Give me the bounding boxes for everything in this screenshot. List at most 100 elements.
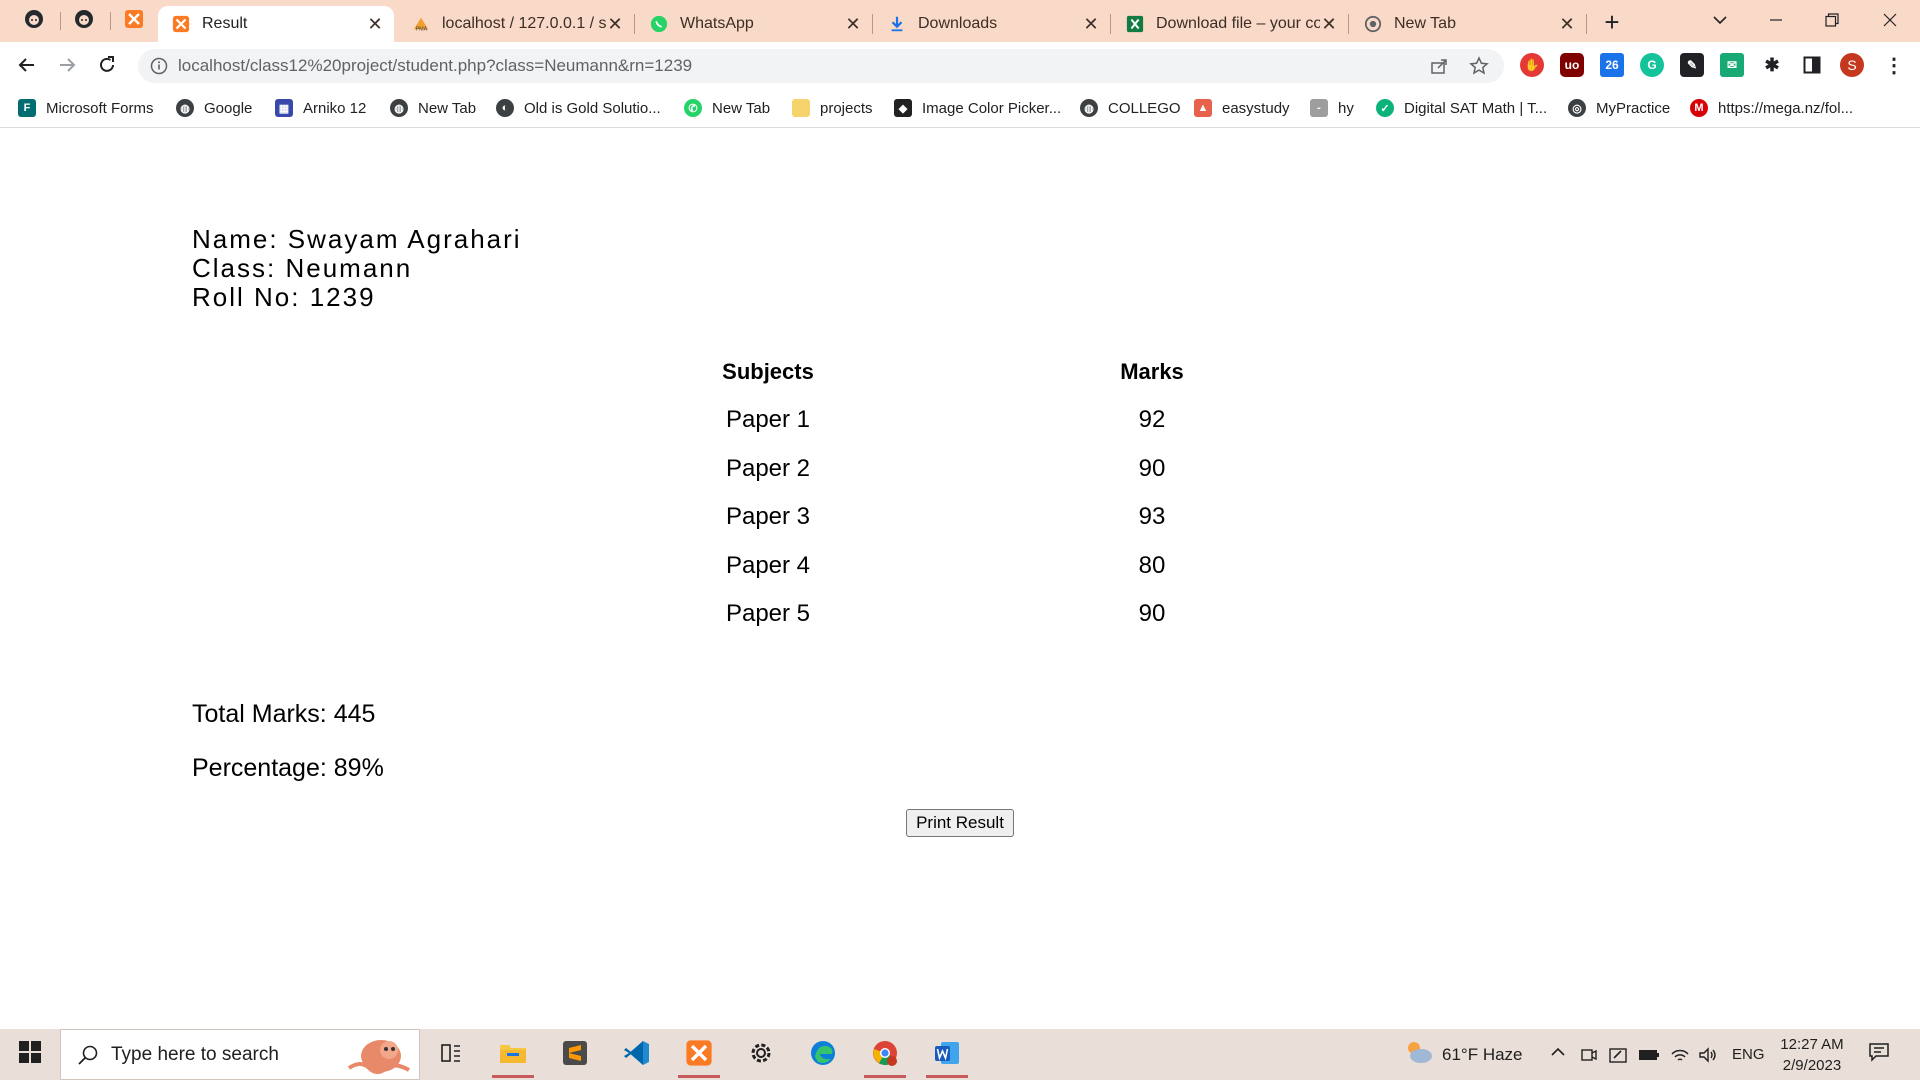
practice-icon: ◎ — [1568, 99, 1586, 117]
bookmark-item[interactable]: Mhttps://mega.nz/fol... — [1690, 96, 1853, 120]
pinned-tab-xampp[interactable] — [112, 6, 156, 36]
restore-button[interactable] — [1804, 0, 1860, 40]
task-view-button[interactable] — [424, 1033, 478, 1078]
tab-search-icon[interactable] — [1692, 0, 1748, 40]
cell-subject: Paper 5 — [725, 600, 811, 627]
bookmark-item[interactable]: ◐ Old is Gold Solutio... — [496, 96, 661, 120]
menu-kebab-icon[interactable]: ⋮ — [1882, 53, 1906, 77]
grammarly-extension-icon[interactable]: G — [1640, 53, 1664, 77]
cell-marks: 90 — [1138, 600, 1166, 627]
bookmark-item[interactable]: ✓ Digital SAT Math | T... — [1376, 96, 1547, 120]
header-subjects: Subjects — [722, 359, 814, 384]
minimize-button[interactable] — [1748, 0, 1804, 40]
meet-now-icon[interactable] — [1580, 1029, 1598, 1080]
taskbar-search[interactable]: Type here to search — [60, 1029, 420, 1080]
student-roll-no: Roll No: 1239 — [192, 282, 376, 312]
vscode-app[interactable] — [610, 1033, 664, 1078]
adblock-extension-icon[interactable]: ✋ — [1520, 53, 1544, 77]
bookmark-item[interactable]: ▲ easystudy — [1194, 96, 1290, 120]
bookmark-item[interactable]: ◆ Image Color Picker... — [894, 96, 1061, 120]
gear-icon — [748, 1040, 774, 1071]
globe-icon: ◍ — [390, 99, 408, 117]
file-explorer-app[interactable] — [486, 1033, 540, 1078]
close-icon[interactable]: ✕ — [1558, 15, 1576, 33]
tab-downloads[interactable]: Downloads ✕ — [874, 6, 1110, 42]
close-icon[interactable]: ✕ — [844, 15, 862, 33]
chrome-app[interactable] — [858, 1033, 912, 1078]
bookmark-item[interactable]: - hy — [1310, 96, 1354, 120]
close-icon[interactable]: ✕ — [366, 15, 384, 33]
weather-cloud-icon — [1404, 1039, 1434, 1070]
phpmyadmin-icon: PMA — [412, 15, 430, 33]
show-hidden-icons-button[interactable] — [1550, 1029, 1566, 1080]
clock[interactable]: 12:27 AM 2/9/2023 — [1764, 1034, 1860, 1076]
student-info: Name: Swayam Agrahari Class: Neumann Rol… — [192, 225, 522, 312]
sublime-text-app[interactable] — [548, 1033, 602, 1078]
extensions-puzzle-icon[interactable]: ✱ — [1760, 53, 1784, 77]
bookmark-label: New Tab — [712, 99, 771, 117]
mail-extension-icon[interactable]: ✉ — [1720, 53, 1744, 77]
settings-app[interactable] — [734, 1033, 788, 1078]
start-button[interactable] — [0, 1029, 60, 1080]
calendar-extension-icon[interactable]: 26 — [1600, 53, 1624, 77]
side-panel-icon[interactable] — [1800, 53, 1824, 77]
xampp-icon — [172, 15, 190, 33]
tab-title: WhatsApp — [680, 15, 754, 32]
close-icon[interactable]: ✕ — [606, 15, 624, 33]
edge-app[interactable] — [796, 1033, 850, 1078]
volume-icon[interactable] — [1698, 1029, 1718, 1080]
battery-icon[interactable] — [1638, 1029, 1660, 1080]
download-icon — [888, 15, 906, 33]
address-bar[interactable]: localhost/class12%20project/student.php?… — [138, 49, 1504, 83]
profile-avatar[interactable]: S — [1840, 53, 1864, 77]
reload-button[interactable] — [92, 50, 122, 80]
bookmark-item[interactable]: projects — [792, 96, 873, 120]
close-window-button[interactable] — [1862, 0, 1918, 40]
back-button[interactable] — [12, 50, 42, 80]
bookmark-label: Image Color Picker... — [922, 99, 1062, 117]
print-result-button[interactable]: Print Result — [906, 809, 1014, 837]
language-indicator[interactable]: ENG — [1732, 1029, 1765, 1080]
bookmarks-bar: F Microsoft Forms ◍ Google ▦ Arniko 12 ◍ New… — [0, 88, 1920, 128]
pinned-tab-github-2[interactable] — [62, 6, 106, 36]
tab-whatsapp[interactable]: WhatsApp ✕ — [636, 6, 872, 42]
site-icon: - — [1310, 99, 1328, 117]
total-marks: Total Marks: 445 — [192, 700, 376, 728]
bookmark-item[interactable]: ◍ COLLEGO — [1080, 96, 1181, 120]
folder-icon — [499, 1041, 527, 1070]
bookmark-star-icon[interactable] — [1468, 55, 1490, 77]
bookmark-item[interactable]: ▦ Arniko 12 — [275, 96, 366, 120]
chrome-icon — [871, 1039, 899, 1072]
bookmark-item[interactable]: ◍ New Tab — [390, 96, 476, 120]
new-tab-button[interactable]: + — [1598, 8, 1626, 36]
percentage: Percentage: 89% — [192, 754, 384, 782]
word-app[interactable] — [920, 1033, 974, 1078]
share-icon[interactable] — [1428, 55, 1450, 77]
bookmark-item[interactable]: ◍ Google — [176, 96, 252, 120]
xampp-app[interactable] — [672, 1033, 726, 1078]
notifications-button[interactable] — [1868, 1029, 1890, 1080]
cell-subject: Paper 2 — [725, 455, 811, 482]
bookmark-item[interactable]: F Microsoft Forms — [18, 96, 154, 120]
bookmark-item[interactable]: ◎ MyPractice — [1568, 96, 1670, 120]
close-icon[interactable]: ✕ — [1082, 15, 1100, 33]
pen-icon[interactable] — [1608, 1029, 1628, 1080]
tab-title: Result — [202, 15, 248, 32]
ublock-extension-icon[interactable]: uo — [1560, 53, 1584, 77]
wifi-icon[interactable] — [1670, 1029, 1690, 1080]
bookmark-item[interactable]: ✆ New Tab — [684, 96, 770, 120]
url-text[interactable]: localhost/class12%20project/student.php?… — [178, 56, 692, 76]
tab-download-file[interactable]: Download file – your co ✕ — [1112, 6, 1348, 42]
eyedropper-extension-icon[interactable]: ✎ — [1680, 53, 1704, 77]
close-icon[interactable]: ✕ — [1320, 15, 1338, 33]
weather-widget[interactable]: 61°F Haze — [1404, 1029, 1523, 1080]
pinned-tab-github-1[interactable] — [12, 6, 56, 36]
forward-button[interactable] — [52, 50, 82, 80]
whatsapp-icon — [650, 15, 668, 33]
bookmark-label: MyPractice — [1596, 99, 1671, 117]
tab-new-tab[interactable]: New Tab ✕ — [1350, 6, 1586, 42]
tab-result[interactable]: Result ✕ — [158, 6, 394, 42]
running-indicator — [926, 1075, 968, 1078]
tab-phpmyadmin[interactable]: PMA localhost / 127.0.0.1 / st ✕ — [398, 6, 634, 42]
info-icon[interactable] — [150, 57, 168, 75]
